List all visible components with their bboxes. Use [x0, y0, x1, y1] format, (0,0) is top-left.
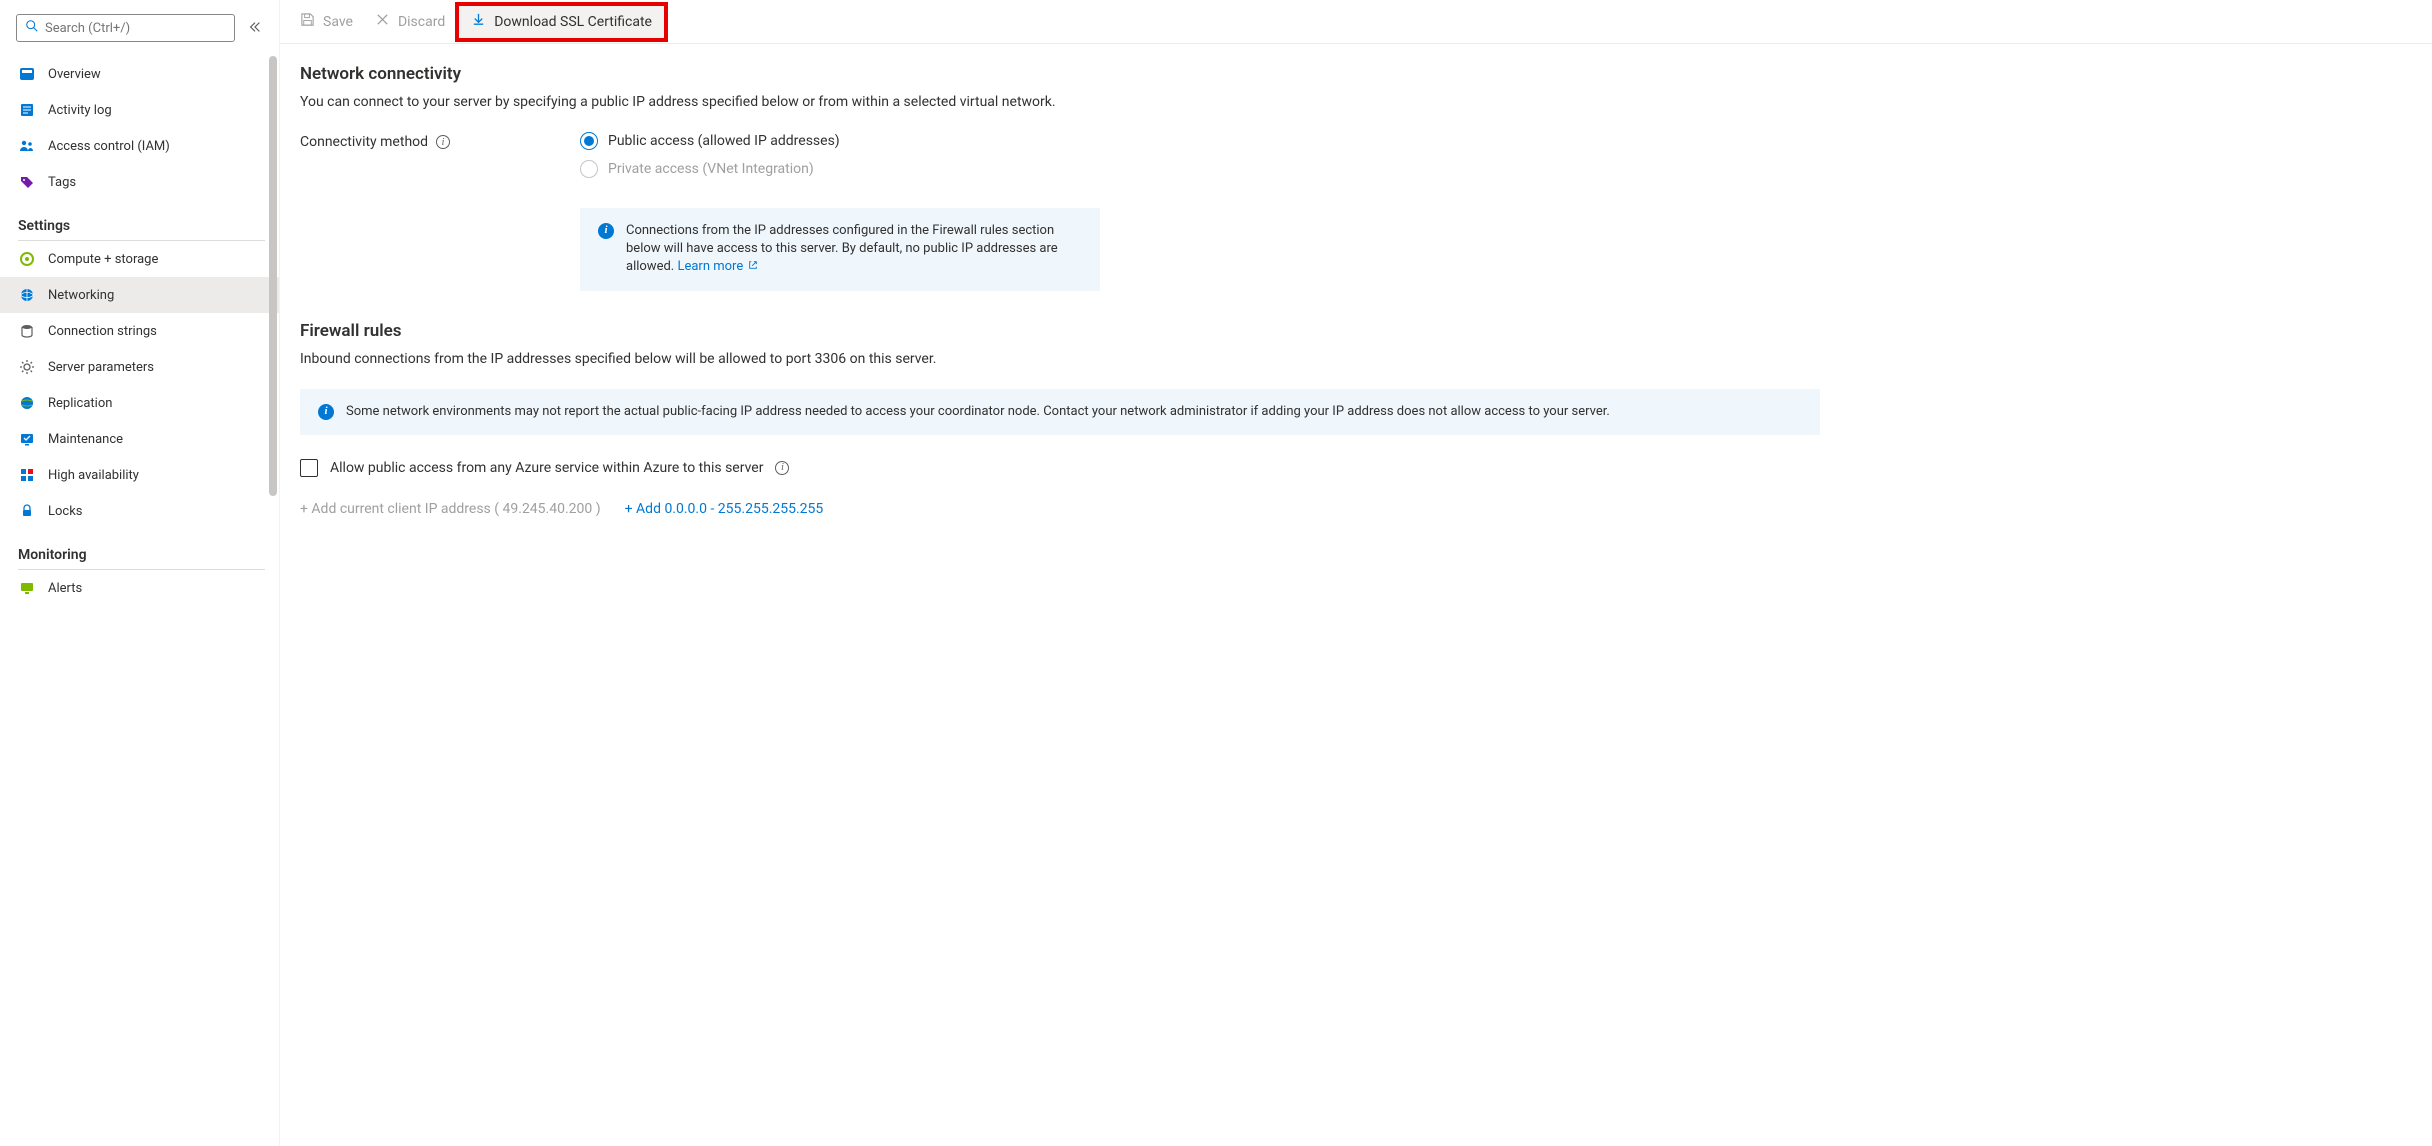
scrollbar[interactable]	[269, 56, 277, 496]
discard-button: Discard	[365, 4, 455, 40]
globe-icon	[18, 394, 36, 412]
info-icon: i	[318, 404, 334, 420]
sidebar-item-overview[interactable]: Overview	[0, 56, 279, 92]
radio-label: Public access (allowed IP addresses)	[608, 133, 840, 149]
radio-private-access: Private access (VNet Integration)	[580, 160, 840, 178]
sidebar-item-label: Server parameters	[48, 360, 154, 375]
sidebar-item-networking[interactable]: Networking	[0, 277, 279, 313]
sidebar: Overview Activity log Access control (IA…	[0, 0, 280, 1146]
save-icon	[300, 12, 315, 31]
sidebar-item-label: Networking	[48, 288, 114, 303]
high-availability-icon	[18, 466, 36, 484]
sidebar-item-activity-log[interactable]: Activity log	[0, 92, 279, 128]
overview-icon	[18, 65, 36, 83]
people-icon	[18, 137, 36, 155]
radio-icon	[580, 160, 598, 178]
sidebar-section-settings: Settings	[0, 200, 279, 240]
sidebar-item-locks[interactable]: Locks	[0, 493, 279, 529]
allow-azure-checkbox[interactable]	[300, 459, 318, 477]
info-icon[interactable]: i	[436, 135, 450, 149]
firewall-rules-title: Firewall rules	[300, 321, 1820, 341]
download-label: Download SSL Certificate	[494, 14, 652, 30]
radio-public-access[interactable]: Public access (allowed IP addresses)	[580, 132, 840, 150]
firewall-rules-desc: Inbound connections from the IP addresse…	[300, 351, 1820, 367]
maintenance-icon	[18, 430, 36, 448]
sidebar-item-connection-strings[interactable]: Connection strings	[0, 313, 279, 349]
sidebar-item-label: Access control (IAM)	[48, 139, 170, 154]
connection-strings-icon	[18, 322, 36, 340]
gear-icon	[18, 358, 36, 376]
connectivity-info-box: i Connections from the IP addresses conf…	[580, 208, 1100, 291]
search-input[interactable]	[45, 21, 226, 36]
add-current-ip-button: + Add current client IP address ( 49.245…	[300, 501, 601, 517]
learn-more-link[interactable]: Learn more	[677, 259, 758, 274]
save-label: Save	[323, 14, 353, 30]
chevron-double-left-icon	[248, 20, 262, 37]
sidebar-item-label: Activity log	[48, 103, 112, 118]
save-button: Save	[290, 4, 363, 40]
sidebar-item-label: Compute + storage	[48, 252, 158, 267]
allow-azure-label: Allow public access from any Azure servi…	[330, 460, 763, 476]
sidebar-item-label: High availability	[48, 468, 139, 483]
sidebar-item-compute-storage[interactable]: Compute + storage	[0, 241, 279, 277]
sidebar-item-server-parameters[interactable]: Server parameters	[0, 349, 279, 385]
sidebar-item-label: Overview	[48, 67, 101, 82]
radio-label: Private access (VNet Integration)	[608, 161, 814, 177]
sidebar-item-alerts[interactable]: Alerts	[0, 570, 279, 606]
activity-log-icon	[18, 101, 36, 119]
sidebar-item-label: Replication	[48, 396, 112, 411]
info-icon[interactable]: i	[775, 461, 789, 475]
sidebar-item-label: Alerts	[48, 581, 82, 596]
search-icon	[25, 19, 39, 37]
tag-icon	[18, 173, 36, 191]
connectivity-method-group: Public access (allowed IP addresses) Pri…	[580, 132, 840, 178]
sidebar-item-label: Locks	[48, 504, 83, 519]
discard-icon	[375, 12, 390, 31]
networking-icon	[18, 286, 36, 304]
main-content: Save Discard Download SSL Certificate Ne…	[280, 0, 2432, 1146]
connectivity-method-label: Connectivity method i	[300, 132, 560, 150]
firewall-info-box: i Some network environments may not repo…	[300, 389, 1820, 435]
sidebar-section-monitoring: Monitoring	[0, 529, 279, 569]
sidebar-item-high-availability[interactable]: High availability	[0, 457, 279, 493]
info-icon: i	[598, 223, 614, 239]
external-link-icon	[748, 258, 758, 268]
download-ssl-button[interactable]: Download SSL Certificate	[457, 4, 666, 40]
download-icon	[471, 12, 486, 31]
network-connectivity-title: Network connectivity	[300, 64, 1820, 84]
network-connectivity-desc: You can connect to your server by specif…	[300, 94, 1820, 110]
info-text: Some network environments may not report…	[346, 403, 1610, 421]
discard-label: Discard	[398, 14, 445, 30]
sidebar-item-label: Connection strings	[48, 324, 157, 339]
sidebar-item-label: Maintenance	[48, 432, 123, 447]
alerts-icon	[18, 579, 36, 597]
sidebar-item-maintenance[interactable]: Maintenance	[0, 421, 279, 457]
sidebar-item-label: Tags	[48, 175, 76, 190]
compute-icon	[18, 250, 36, 268]
search-box[interactable]	[16, 14, 235, 42]
sidebar-item-tags[interactable]: Tags	[0, 164, 279, 200]
collapse-sidebar-button[interactable]	[243, 16, 267, 40]
toolbar: Save Discard Download SSL Certificate	[280, 0, 2432, 44]
sidebar-item-access-control[interactable]: Access control (IAM)	[0, 128, 279, 164]
add-ip-range-button[interactable]: + Add 0.0.0.0 - 255.255.255.255	[625, 501, 824, 517]
sidebar-item-replication[interactable]: Replication	[0, 385, 279, 421]
radio-icon	[580, 132, 598, 150]
lock-icon	[18, 502, 36, 520]
